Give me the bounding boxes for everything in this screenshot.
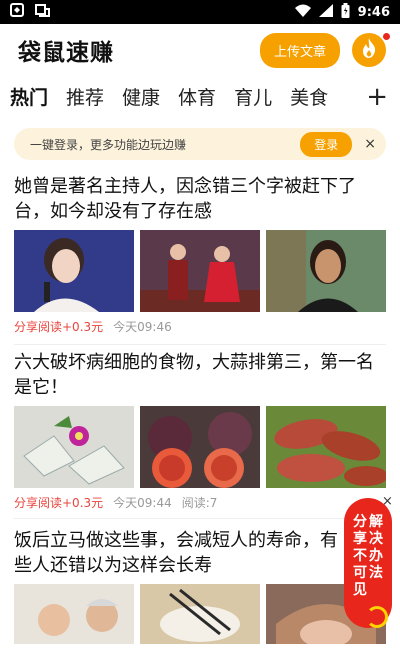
publish-time: 今天09:46 bbox=[113, 320, 172, 334]
clock: 9:46 bbox=[357, 4, 390, 20]
article-meta: 分享阅读+0.3元 今天09:44 阅读:7 bbox=[14, 494, 386, 511]
banner-close-button[interactable]: × bbox=[364, 136, 376, 152]
login-banner: 一键登录，更多功能边玩边赚 登录 × bbox=[14, 128, 386, 160]
battery-icon bbox=[341, 2, 350, 22]
article-title[interactable]: 饭后立马做这些事，会减短人的寿命，有些人还错以为这样会长寿 bbox=[14, 528, 344, 578]
article-thumbnails bbox=[14, 406, 386, 488]
wifi-icon bbox=[294, 4, 311, 21]
divider bbox=[14, 518, 386, 519]
article-meta: 分享阅读+0.3元 今天09:46 bbox=[14, 318, 386, 335]
widget-char: 解 bbox=[369, 514, 383, 530]
fire-icon bbox=[360, 37, 378, 63]
share-help-col1: 分 享 不 可 见 bbox=[353, 514, 367, 628]
tab-parenting[interactable]: 育儿 bbox=[234, 83, 272, 114]
thumbnail-woman-portrait[interactable] bbox=[266, 230, 386, 312]
tab-health[interactable]: 健康 bbox=[122, 83, 160, 114]
category-tabs: 热门 推荐 健康 体育 育儿 美食 + bbox=[0, 78, 400, 118]
thumbnail-eating[interactable] bbox=[140, 584, 260, 644]
app-notification-icon bbox=[10, 3, 24, 21]
notification-dot bbox=[383, 33, 390, 40]
widget-char: 法 bbox=[369, 565, 383, 581]
share-reward[interactable]: 分享阅读+0.3元 bbox=[14, 318, 103, 335]
thumbnail-fish-dish[interactable] bbox=[14, 406, 134, 488]
article-thumbnails bbox=[14, 230, 386, 312]
widget-char: 决 bbox=[369, 531, 383, 547]
article-title[interactable]: 六大破坏病细胞的食物，大蒜排第三，第一名是它！ bbox=[14, 350, 386, 400]
article-thumbnails bbox=[14, 584, 386, 644]
thumbnail-stage-hosts[interactable] bbox=[140, 230, 260, 312]
read-count: 阅读:7 bbox=[181, 496, 218, 510]
widget-char: 可 bbox=[353, 565, 367, 581]
article-item[interactable]: 六大破坏病细胞的食物，大蒜排第三，第一名是它！ 分享阅读+0.3元 今天09:4… bbox=[14, 350, 386, 511]
widget-char: 分 bbox=[353, 514, 367, 530]
article-item[interactable]: 她曾是著名主持人，因念错三个字被赶下了台，如今却没有了存在感 分享阅读+0.3元… bbox=[14, 174, 386, 335]
tab-hot[interactable]: 热门 bbox=[10, 83, 49, 114]
thumbnail-figs[interactable] bbox=[140, 406, 260, 488]
divider bbox=[14, 344, 386, 345]
article-item[interactable]: 饭后立马做这些事，会减短人的寿命，有些人还错以为这样会长寿 bbox=[14, 528, 386, 644]
app-header: 袋鼠速赚 上传文章 bbox=[0, 24, 400, 76]
widget-char: 不 bbox=[353, 548, 367, 564]
thumbnail-elderly-couple[interactable] bbox=[14, 584, 134, 644]
tab-sports[interactable]: 体育 bbox=[178, 83, 216, 114]
notification-icon bbox=[34, 3, 50, 21]
widget-char: 享 bbox=[353, 531, 367, 547]
tab-recommend[interactable]: 推荐 bbox=[66, 83, 104, 114]
widget-close-button[interactable]: × bbox=[382, 494, 393, 509]
status-bar: 9:46 bbox=[0, 0, 400, 24]
article-title[interactable]: 她曾是著名主持人，因念错三个字被赶下了台，如今却没有了存在感 bbox=[14, 174, 386, 224]
app-title: 袋鼠速赚 bbox=[18, 40, 114, 66]
upload-article-button[interactable]: 上传文章 bbox=[259, 32, 340, 68]
tab-food[interactable]: 美食 bbox=[290, 83, 328, 114]
login-button[interactable]: 登录 bbox=[300, 131, 353, 157]
publish-time: 今天09:44 bbox=[113, 496, 172, 510]
thumbnail-sweet-potatoes[interactable] bbox=[266, 406, 386, 488]
hot-fire-button[interactable] bbox=[352, 33, 390, 67]
thumbnail-host-portrait[interactable] bbox=[14, 230, 134, 312]
swirl-icon bbox=[366, 606, 388, 628]
share-reward[interactable]: 分享阅读+0.3元 bbox=[14, 494, 103, 511]
add-tab-button[interactable]: + bbox=[366, 82, 388, 112]
widget-char: 见 bbox=[353, 582, 367, 598]
login-banner-text: 一键登录，更多功能边玩边赚 bbox=[30, 137, 187, 152]
widget-char: 办 bbox=[369, 548, 383, 564]
signal-icon bbox=[318, 3, 333, 21]
